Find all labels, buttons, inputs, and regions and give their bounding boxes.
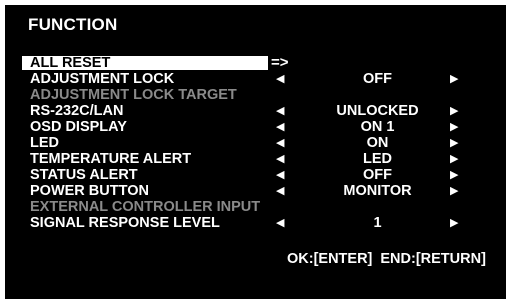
menu-item-label: ADJUSTMENT LOCK [30, 71, 175, 87]
menu-item-label: ALL RESET [22, 56, 268, 70]
arrow-left-icon[interactable]: ◀ [276, 136, 284, 150]
menu-item-signal-response-level[interactable]: SIGNAL RESPONSE LEVEL ◀ 1 ▶ [5, 215, 506, 231]
arrow-right-icon[interactable]: ▶ [450, 152, 458, 166]
arrow-left-icon[interactable]: ◀ [276, 120, 284, 134]
menu-item-led[interactable]: LED ◀ ON ▶ [5, 135, 506, 151]
arrow-left-icon[interactable]: ◀ [276, 104, 284, 118]
arrow-left-icon[interactable]: ◀ [276, 168, 284, 182]
arrow-right-icon[interactable]: ▶ [450, 216, 458, 230]
menu-item-adjustment-lock-target: ADJUSTMENT LOCK TARGET [5, 87, 506, 103]
arrow-left-icon[interactable]: ◀ [276, 72, 284, 86]
menu-item-osd-display[interactable]: OSD DISPLAY ◀ ON 1 ▶ [5, 119, 506, 135]
arrow-right-icon[interactable]: ▶ [450, 72, 458, 86]
menu-item-status-alert[interactable]: STATUS ALERT ◀ OFF ▶ [5, 167, 506, 183]
arrow-right-icon[interactable]: ▶ [450, 104, 458, 118]
arrow-right-icon[interactable]: ▶ [450, 120, 458, 134]
arrow-right-icon[interactable]: ▶ [450, 184, 458, 198]
menu-item-label: OSD DISPLAY [30, 119, 127, 135]
menu-item-value: ON 1 [360, 119, 395, 135]
menu-item-value: ON [366, 135, 389, 151]
osd-screen: FUNCTION ALL RESET => ADJUSTMENT LOCK ◀ … [5, 5, 506, 299]
key-hint-footer: OK:[ENTER] END:[RETURN] [287, 251, 486, 267]
menu-item-label: EXTERNAL CONTROLLER INPUT [30, 199, 261, 215]
enter-arrow-icon: => [271, 54, 289, 71]
menu-item-value: MONITOR [343, 183, 412, 199]
arrow-left-icon[interactable]: ◀ [276, 152, 284, 166]
menu-item-power-button[interactable]: POWER BUTTON ◀ MONITOR ▶ [5, 183, 506, 199]
menu-item-temperature-alert[interactable]: TEMPERATURE ALERT ◀ LED ▶ [5, 151, 506, 167]
menu-item-value: OFF [363, 167, 392, 183]
menu-item-all-reset[interactable]: ALL RESET => [5, 54, 506, 71]
menu-item-label: SIGNAL RESPONSE LEVEL [30, 215, 220, 231]
menu-item-value: LED [363, 151, 392, 167]
arrow-right-icon[interactable]: ▶ [450, 136, 458, 150]
menu-item-value: UNLOCKED [336, 103, 419, 119]
menu-item-label: TEMPERATURE ALERT [30, 151, 192, 167]
menu-item-label: ADJUSTMENT LOCK TARGET [30, 87, 237, 103]
menu-item-label: POWER BUTTON [30, 183, 149, 199]
menu-item-label: LED [30, 135, 59, 151]
arrow-left-icon[interactable]: ◀ [276, 216, 284, 230]
menu-title: FUNCTION [28, 15, 118, 34]
menu-item-external-controller-input: EXTERNAL CONTROLLER INPUT [5, 199, 506, 215]
arrow-left-icon[interactable]: ◀ [276, 184, 284, 198]
menu-item-label: STATUS ALERT [30, 167, 138, 183]
menu-item-value: 1 [373, 215, 382, 231]
menu-item-label: RS-232C/LAN [30, 103, 124, 119]
arrow-right-icon[interactable]: ▶ [450, 168, 458, 182]
menu-item-rs232c-lan[interactable]: RS-232C/LAN ◀ UNLOCKED ▶ [5, 103, 506, 119]
ok-enter-hint: OK:[ENTER] [287, 251, 373, 267]
menu-item-value: OFF [363, 71, 392, 87]
menu-item-adjustment-lock[interactable]: ADJUSTMENT LOCK ◀ OFF ▶ [5, 71, 506, 87]
end-return-hint: END:[RETURN] [380, 251, 486, 267]
